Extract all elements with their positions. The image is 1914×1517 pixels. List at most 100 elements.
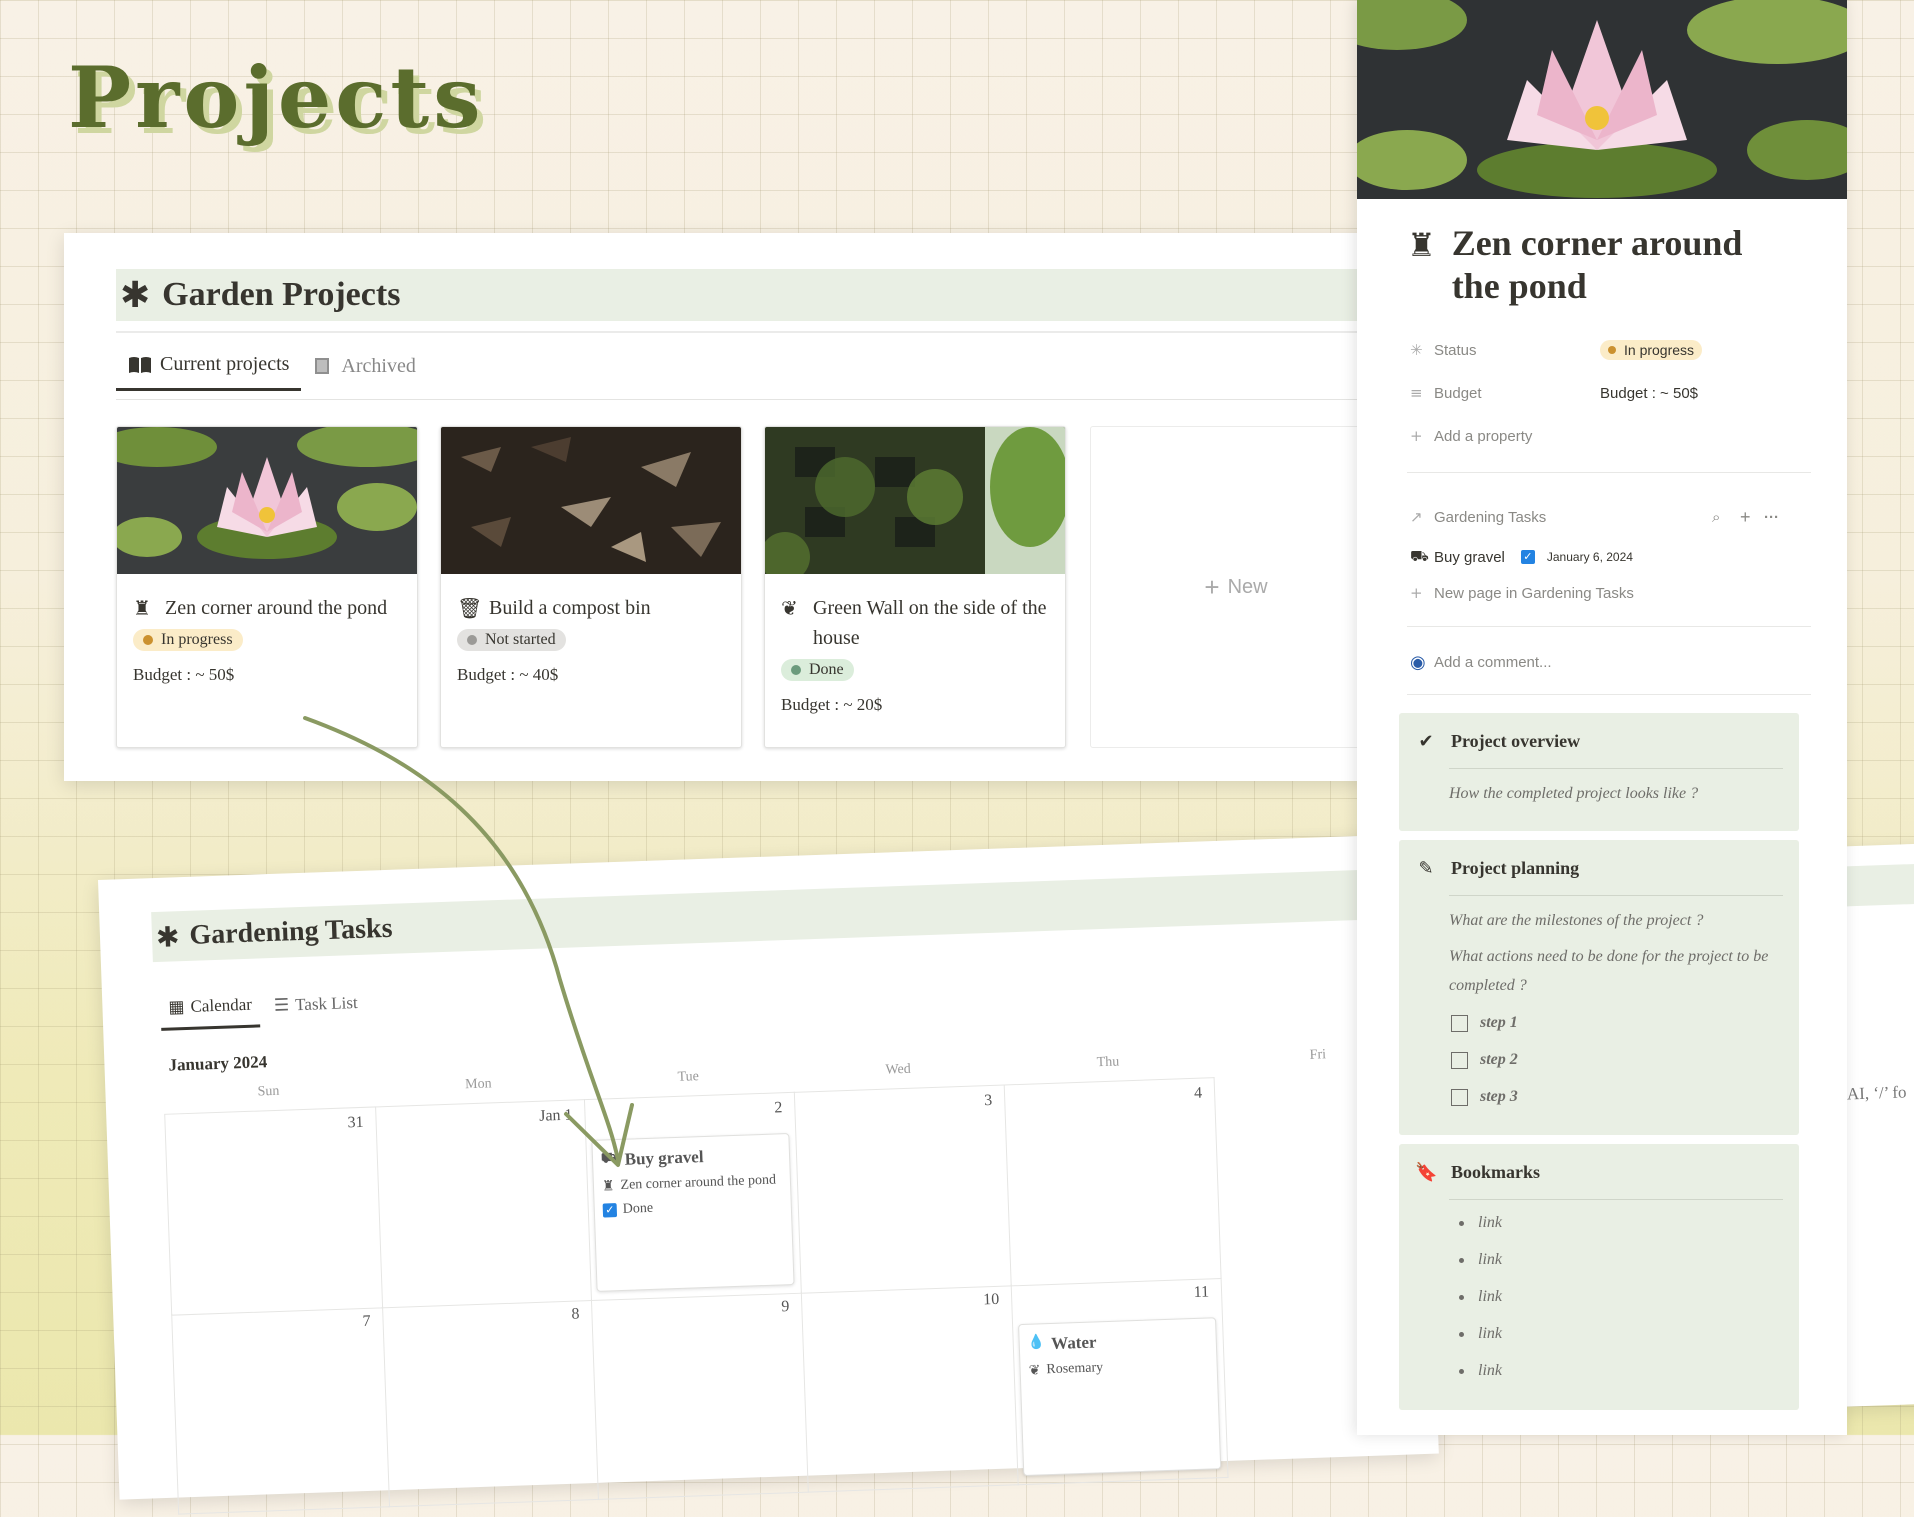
bookmark-link[interactable]: link <box>1459 1214 1502 1232</box>
checkbox-checked-icon[interactable]: ✓ <box>1520 550 1535 564</box>
property-status[interactable]: ✳ Status In progress <box>1410 340 1703 360</box>
event-card-water[interactable]: 💧 Water ❦ Rosemary <box>1018 1317 1222 1477</box>
link-text: link <box>1478 1214 1502 1231</box>
comment-input[interactable]: ◉ Add a comment... <box>1410 652 1552 673</box>
project-card-green-wall[interactable]: ❦ Green Wall on the side of the house Do… <box>764 426 1066 748</box>
relation-name[interactable]: Gardening Tasks <box>1434 509 1546 526</box>
calendar-day[interactable]: 2 ⛟ Buy gravel ♜ Zen corner around the pon… <box>583 1091 802 1302</box>
relation-item-buy-gravel[interactable]: ⛟ Buy gravel ✓ January 6, 2024 <box>1410 547 1633 567</box>
weekday-sun: Sun <box>257 1083 280 1100</box>
bookmark-link[interactable]: link <box>1459 1362 1502 1380</box>
calendar-day[interactable]: 8 <box>381 1299 599 1508</box>
new-card-button[interactable]: + New <box>1090 426 1382 748</box>
card-title-text: Zen corner around the pond <box>165 597 388 619</box>
day-number: Jan 1 <box>538 1106 573 1125</box>
todo-item[interactable]: step 2 <box>1451 1051 1518 1069</box>
callout-text: What are the milestones of the project ? <box>1449 912 1704 929</box>
calendar-day[interactable]: 4 <box>1003 1077 1222 1287</box>
lantern-icon: ♜ <box>1407 226 1436 264</box>
bookmark-link[interactable]: link <box>1459 1288 1502 1306</box>
link-text: link <box>1478 1251 1502 1268</box>
arrow-up-right-icon: ↗ <box>1410 508 1423 526</box>
day-number: 3 <box>983 1091 993 1110</box>
calendar-day[interactable]: 9 <box>590 1291 809 1500</box>
relation-item-title: Buy gravel <box>1434 548 1505 566</box>
link-text: link <box>1478 1325 1502 1342</box>
checkbox-icon[interactable] <box>1451 1088 1468 1106</box>
lantern-icon: ♜ <box>601 1178 615 1195</box>
tab-calendar[interactable]: ▦ Calendar <box>160 994 261 1031</box>
more-options-icon[interactable]: ··· <box>1764 509 1779 526</box>
tab-label: Archived <box>341 354 416 377</box>
budget-value[interactable]: Budget : ~ 50$ <box>1600 385 1698 402</box>
status-value[interactable]: In progress <box>1600 340 1703 360</box>
tab-task-list[interactable]: ☰ Task List <box>266 991 367 1027</box>
event-card-buy-gravel[interactable]: ⛟ Buy gravel ♜ Zen corner around the pond … <box>591 1133 795 1292</box>
page-title-row: ♜ Zen corner around the pond <box>1407 222 1792 308</box>
checkbox-icon[interactable] <box>1451 1051 1468 1069</box>
status-text: In progress <box>1624 342 1695 358</box>
project-card-zen-corner[interactable]: ♜ Zen corner around the pond In progress… <box>116 426 418 748</box>
tab-label: Current projects <box>160 353 290 375</box>
calendar-day[interactable]: 31 <box>164 1106 384 1316</box>
search-icon[interactable]: ⌕ <box>1712 508 1720 526</box>
page-hero-title: Projects <box>68 48 485 147</box>
property-label: Status <box>1434 341 1477 359</box>
gardening-tasks-header: ✱ Gardening Tasks <box>151 868 1413 963</box>
new-relation-page-button[interactable]: + New page in Gardening Tasks <box>1410 584 1634 602</box>
barrow-icon: ⛟ <box>600 1150 619 1167</box>
garden-projects-header: ✱ Garden Projects <box>116 269 1376 321</box>
weekday-thu: Thu <box>1096 1054 1120 1071</box>
card-title: ♜ Zen corner around the pond <box>117 579 417 623</box>
gardening-tasks-title[interactable]: Gardening Tasks <box>189 913 393 952</box>
budget-text: Budget : ~ 20$ <box>781 695 883 714</box>
status-badge: Done <box>781 659 854 681</box>
tab-archived[interactable]: Archived <box>301 353 427 391</box>
add-property-button[interactable]: + Add a property <box>1410 427 1532 445</box>
bullet <box>1459 1257 1464 1263</box>
status-dot <box>143 635 153 645</box>
property-budget[interactable]: ≡ Budget Budget : ~ 50$ <box>1410 384 1698 402</box>
text-lines-icon: ≡ <box>1410 384 1423 402</box>
todo-item[interactable]: step 1 <box>1451 1014 1518 1032</box>
relation-item-date: January 6, 2024 <box>1546 550 1633 564</box>
plus-icon[interactable]: + <box>1740 507 1751 528</box>
event-plant: Rosemary <box>1046 1360 1104 1378</box>
tab-current-projects[interactable]: Current projects <box>116 353 302 391</box>
plus-icon: + <box>1410 584 1423 602</box>
calendar-day[interactable]: 3 <box>793 1084 1012 1294</box>
background-page-text: AI, ‘/’ fo <box>1846 1082 1907 1104</box>
bookmark-link[interactable]: link <box>1459 1325 1502 1343</box>
bookmark-link[interactable]: link <box>1459 1251 1502 1269</box>
day-number: 10 <box>982 1290 1000 1309</box>
bullet <box>1459 1368 1464 1374</box>
project-card-compost-bin[interactable]: 🗑 Build a compost bin Not started Budget… <box>440 426 742 748</box>
day-number: 7 <box>362 1312 371 1331</box>
day-number: 2 <box>774 1099 783 1117</box>
callout-text: What actions need to be done for the pro… <box>1449 948 1769 994</box>
calendar-icon: ▦ <box>168 997 185 1018</box>
garden-projects-title[interactable]: Garden Projects <box>162 276 400 314</box>
bullet <box>1459 1331 1464 1337</box>
calendar-day[interactable]: 7 <box>171 1306 391 1515</box>
callout-title: Bookmarks <box>1451 1162 1541 1182</box>
day-number: 4 <box>1193 1084 1203 1102</box>
plus-icon: + <box>1410 427 1423 445</box>
plus-icon: + <box>1204 571 1220 602</box>
todo-item[interactable]: step 3 <box>1451 1088 1518 1106</box>
weekday-wed: Wed <box>885 1061 912 1078</box>
page-title[interactable]: Zen corner around the pond <box>1452 222 1792 308</box>
bullet <box>1459 1220 1464 1226</box>
new-label: New <box>1227 575 1268 598</box>
calendar-day[interactable]: 10 <box>800 1284 1019 1493</box>
card-title-text: Green Wall on the side of the house <box>813 597 1047 649</box>
status-text: In progress <box>161 631 233 648</box>
day-number: 8 <box>571 1305 580 1323</box>
callout-title: Project overview <box>1451 731 1581 751</box>
status-badge: In progress <box>133 629 243 651</box>
calendar-day[interactable]: Jan 1 <box>374 1099 592 1309</box>
checkbox-checked-icon[interactable]: ✓ <box>602 1203 618 1218</box>
divider <box>1407 694 1811 695</box>
calendar-day[interactable]: 11 💧 Water ❦ Rosemary <box>1010 1277 1229 1486</box>
checkbox-icon[interactable] <box>1451 1014 1468 1032</box>
